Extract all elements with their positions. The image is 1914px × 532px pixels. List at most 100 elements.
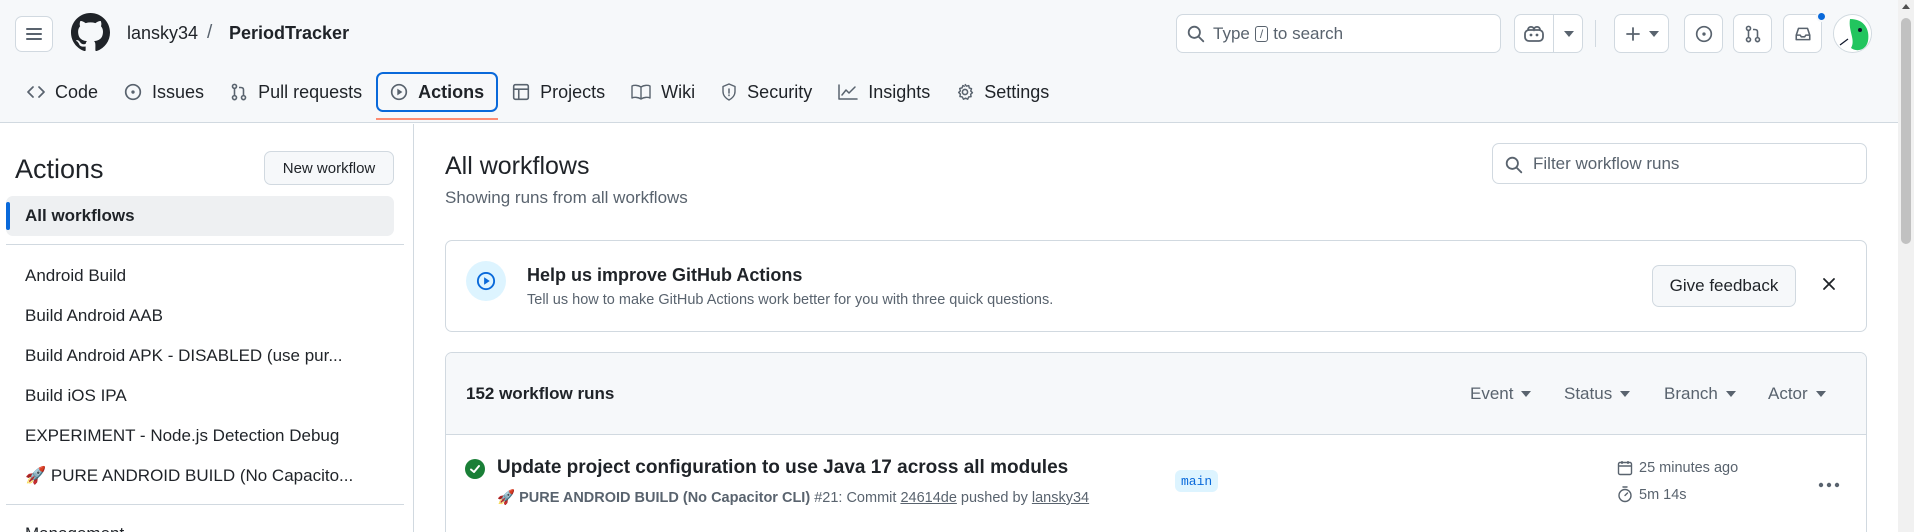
code-icon bbox=[27, 86, 45, 98]
close-icon bbox=[1823, 278, 1835, 290]
workflow-runs-table: 152 workflow runs Event Status Branch Ac… bbox=[445, 352, 1867, 532]
pull-request-icon bbox=[1745, 25, 1760, 42]
search-icon bbox=[1505, 156, 1523, 174]
sidebar-item-workflow[interactable]: 🚀 PURE ANDROID BUILD (No Capacito... bbox=[25, 456, 353, 496]
run-title-link[interactable]: Update project configuration to use Java… bbox=[497, 457, 1068, 479]
user-avatar[interactable] bbox=[1833, 14, 1872, 53]
menu-button[interactable] bbox=[15, 16, 53, 52]
caret-down-icon bbox=[1815, 391, 1826, 397]
tab-issues-label: Issues bbox=[152, 81, 205, 102]
tab-pull-requests-label: Pull requests bbox=[258, 81, 363, 102]
tab-security[interactable]: Security bbox=[709, 72, 824, 112]
repo-name-link[interactable]: PeriodTracker bbox=[229, 23, 349, 44]
run-workflow-name: 🚀 PURE ANDROID BUILD (No Capacitor CLI) bbox=[497, 490, 811, 506]
kebab-horizontal-icon bbox=[1818, 482, 1840, 488]
shield-icon bbox=[722, 83, 736, 101]
page-subtitle: Showing runs from all workflows bbox=[445, 188, 688, 207]
commit-link[interactable]: 24614de bbox=[900, 490, 956, 506]
tab-actions[interactable]: Actions bbox=[376, 72, 499, 120]
scrollbar-thumb[interactable] bbox=[1901, 18, 1911, 244]
chevron-down-icon bbox=[1564, 30, 1574, 37]
sidebar-item-all-workflows[interactable]: All workflows bbox=[6, 196, 394, 236]
calendar-icon bbox=[1617, 461, 1633, 476]
copilot-icon bbox=[1524, 25, 1544, 42]
repo-owner-link[interactable]: lansky34 bbox=[127, 23, 198, 44]
filter-placeholder: Filter workflow runs bbox=[1533, 153, 1680, 173]
tab-insights[interactable]: Insights bbox=[826, 72, 942, 112]
path-separator: / bbox=[207, 22, 213, 43]
scroll-up-arrow-icon[interactable] bbox=[1902, 4, 1910, 9]
chevron-down-icon bbox=[1648, 30, 1659, 37]
sidebar-item-workflow[interactable]: Build iOS IPA bbox=[25, 376, 353, 416]
search-icon bbox=[1187, 25, 1205, 42]
tab-projects[interactable]: Projects bbox=[500, 72, 617, 112]
sidebar-title: Actions bbox=[15, 154, 104, 184]
copilot-button[interactable] bbox=[1514, 14, 1583, 53]
issues-button[interactable] bbox=[1684, 14, 1723, 53]
workflow-list: Android Build Build Android AAB Build An… bbox=[25, 256, 353, 496]
graph-icon bbox=[838, 84, 858, 100]
banner-icon-wrap bbox=[466, 261, 506, 301]
tab-wiki[interactable]: Wiki bbox=[619, 72, 707, 112]
run-actions-button[interactable] bbox=[1818, 473, 1840, 493]
book-icon bbox=[631, 84, 651, 100]
close-banner-button[interactable] bbox=[1818, 273, 1840, 295]
stopwatch-icon bbox=[1618, 486, 1632, 503]
banner-title: Help us improve GitHub Actions bbox=[527, 265, 803, 285]
repo-header: lansky34 / PeriodTracker Type / to searc… bbox=[0, 0, 1898, 123]
status-filter[interactable]: Status bbox=[1564, 384, 1631, 404]
create-new-button[interactable] bbox=[1614, 14, 1669, 53]
repo-tabs: Code Issues Pull requests Actions Projec… bbox=[15, 72, 1063, 120]
tab-settings-label: Settings bbox=[984, 81, 1050, 102]
actor-filter-label: Actor bbox=[1768, 384, 1808, 403]
inbox-icon bbox=[1794, 27, 1811, 40]
give-feedback-button[interactable]: Give feedback bbox=[1652, 265, 1796, 307]
tab-wiki-label: Wiki bbox=[661, 81, 696, 102]
notification-dot bbox=[1816, 11, 1827, 22]
tab-settings[interactable]: Settings bbox=[944, 72, 1061, 112]
tab-pull-requests[interactable]: Pull requests bbox=[218, 72, 374, 112]
play-icon bbox=[476, 271, 496, 291]
sidebar-item-workflow[interactable]: EXPERIMENT - Node.js Detection Debug bbox=[25, 416, 353, 456]
issue-icon bbox=[124, 83, 142, 101]
sidebar-item-workflow[interactable]: Build Android AAB bbox=[25, 296, 353, 336]
table-row[interactable]: Update project configuration to use Java… bbox=[446, 435, 1866, 532]
tab-code-label: Code bbox=[55, 81, 99, 102]
tab-security-label: Security bbox=[747, 81, 813, 102]
page-scrollbar[interactable] bbox=[1898, 0, 1914, 532]
search-suffix: to search bbox=[1273, 23, 1344, 43]
run-number: #21: Commit bbox=[814, 490, 897, 506]
pull-requests-button[interactable] bbox=[1733, 14, 1772, 53]
avatar-image-icon bbox=[1834, 15, 1871, 52]
branch-filter-label: Branch bbox=[1664, 384, 1718, 403]
global-search-input[interactable]: Type / to search bbox=[1176, 14, 1501, 53]
sidebar-item-workflow[interactable]: Build Android APK - DISABLED (use pur... bbox=[25, 336, 353, 376]
run-meta: 🚀 PURE ANDROID BUILD (No Capacitor CLI) … bbox=[497, 489, 1089, 506]
tab-issues[interactable]: Issues bbox=[112, 72, 216, 112]
run-time-ago: 25 minutes ago bbox=[1617, 460, 1738, 476]
filter-workflow-runs-input[interactable]: Filter workflow runs bbox=[1492, 143, 1867, 184]
tab-insights-label: Insights bbox=[868, 81, 931, 102]
sidebar-divider bbox=[6, 504, 404, 505]
tab-code[interactable]: Code bbox=[15, 72, 110, 112]
pull-request-icon bbox=[231, 83, 247, 101]
sidebar-divider bbox=[6, 244, 404, 245]
run-duration: 5m 14s bbox=[1617, 486, 1687, 503]
actor-filter[interactable]: Actor bbox=[1768, 384, 1826, 404]
branch-badge[interactable]: main bbox=[1175, 470, 1219, 492]
search-shortcut-key: / bbox=[1254, 25, 1269, 42]
new-workflow-button[interactable]: New workflow bbox=[264, 151, 394, 185]
issue-icon bbox=[1695, 25, 1712, 42]
event-filter[interactable]: Event bbox=[1470, 384, 1532, 404]
github-logo-icon[interactable] bbox=[71, 13, 110, 52]
search-prefix: Type bbox=[1213, 23, 1250, 43]
workflows-sidebar: Actions New workflow All workflows Andro… bbox=[0, 124, 414, 532]
banner-text: Tell us how to make GitHub Actions work … bbox=[527, 292, 1054, 308]
branch-filter[interactable]: Branch bbox=[1664, 384, 1736, 404]
table-icon bbox=[513, 83, 530, 101]
sidebar-item-workflow[interactable]: Android Build bbox=[25, 256, 353, 296]
user-link[interactable]: lansky34 bbox=[1032, 490, 1089, 506]
tab-projects-label: Projects bbox=[540, 81, 606, 102]
caret-down-icon bbox=[1521, 391, 1532, 397]
header-divider bbox=[1595, 20, 1596, 47]
